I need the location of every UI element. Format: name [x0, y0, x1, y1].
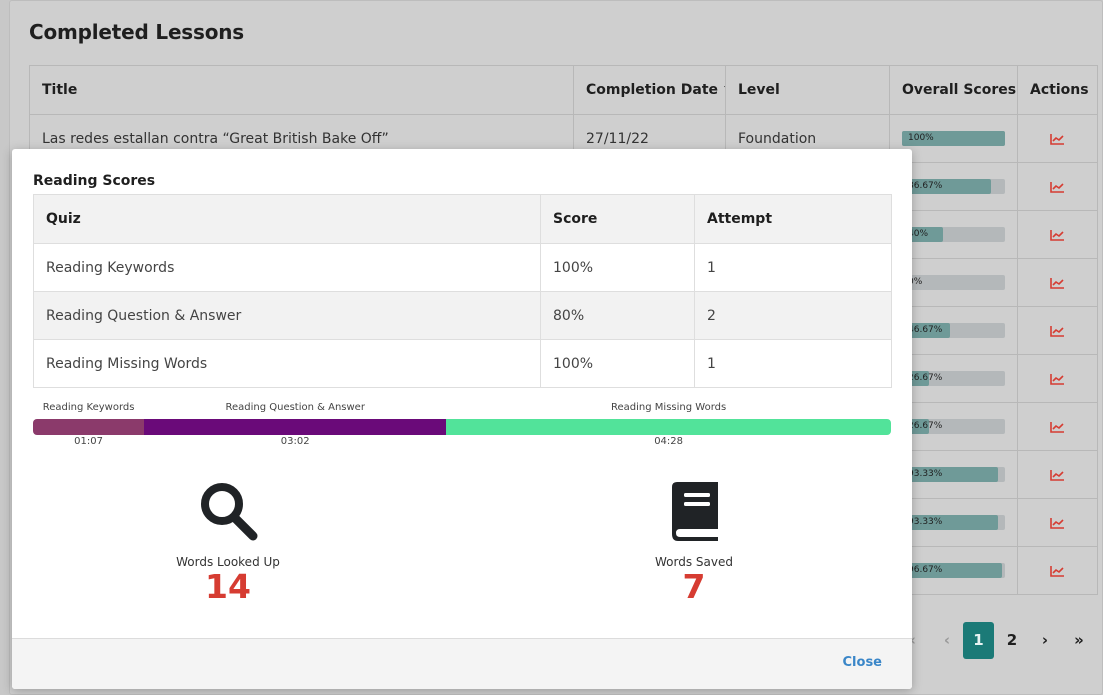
lesson-actions-cell [1017, 354, 1098, 403]
timeline-segment-time: 04:28 [654, 436, 684, 447]
col-actions-header: Actions [1017, 65, 1098, 115]
quiz-name: Reading Missing Words [33, 339, 541, 388]
score-progress-label: 46.67% [908, 325, 943, 335]
trend-chart-icon[interactable] [1050, 277, 1065, 289]
lesson-actions-cell [1017, 162, 1098, 211]
page-1-button[interactable]: 1 [963, 622, 994, 659]
trend-chart-icon[interactable] [1050, 565, 1065, 577]
trend-chart-icon[interactable] [1050, 373, 1065, 385]
timeline-segment [33, 419, 145, 435]
reading-time-timeline: Reading Keywords 01:07 Reading Question & … [33, 402, 891, 452]
score-progress-label: 26.67% [908, 373, 943, 383]
col-title-header[interactable]: Title [29, 65, 574, 115]
lessons-header-row: Title Completion Date Level Overall Scor… [29, 65, 1098, 115]
quiz-scores-table: Quiz Score Attempt Reading Keywords 100%… [33, 194, 892, 388]
lesson-actions-cell [1017, 498, 1098, 547]
quiz-attempt: 2 [694, 291, 892, 340]
score-progress-bar: 26.67% [902, 419, 1005, 434]
words-saved-value: 7 [682, 567, 706, 606]
quiz-row: Reading Question & Answer 80% 2 [33, 291, 892, 340]
score-progress-label: 86.67% [908, 181, 943, 191]
score-progress-label: 100% [908, 133, 934, 143]
page-title: Completed Lessons [29, 20, 244, 44]
words-looked-up-stat: Words Looked Up 14 [78, 479, 378, 605]
prev-page-button[interactable]: ‹ [940, 622, 954, 659]
lesson-actions-cell [1017, 210, 1098, 259]
timeline-segment-label: Reading Question & Answer [225, 402, 365, 413]
trend-chart-icon[interactable] [1050, 517, 1065, 529]
quiz-score: 80% [540, 291, 695, 340]
quiz-attempt: 1 [694, 339, 892, 388]
quiz-name: Reading Question & Answer [33, 291, 541, 340]
book-icon [672, 482, 718, 541]
lesson-actions-cell [1017, 114, 1098, 163]
quiz-row: Reading Keywords 100% 1 [33, 243, 892, 292]
score-progress-bar: 40% [902, 227, 1005, 242]
last-page-button[interactable]: » [1072, 622, 1086, 659]
score-progress-label: 93.33% [908, 517, 943, 527]
col-level-header[interactable]: Level [725, 65, 890, 115]
timeline-segment [144, 419, 447, 435]
trend-chart-icon[interactable] [1050, 181, 1065, 193]
timeline-segment-label: Reading Missing Words [611, 402, 727, 413]
lesson-actions-cell [1017, 546, 1098, 595]
score-progress-bar: 86.67% [902, 179, 1005, 194]
quiz-score: 100% [540, 339, 695, 388]
page-2-button[interactable]: 2 [1004, 622, 1020, 659]
score-progress-label: 93.33% [908, 469, 943, 479]
modal-heading: Reading Scores [33, 173, 156, 189]
score-col-header: Score [540, 194, 695, 244]
score-progress-bar: 100% [902, 131, 1005, 146]
timeline-segment-label: Reading Keywords [42, 402, 135, 413]
score-progress-label: 26.67% [908, 421, 943, 431]
modal-footer: Close [12, 638, 912, 689]
lesson-actions-cell [1017, 306, 1098, 355]
timeline-segment-time: 01:07 [74, 436, 104, 447]
attempt-col-header: Attempt [694, 194, 892, 244]
trend-chart-icon[interactable] [1050, 325, 1065, 337]
quiz-score: 100% [540, 243, 695, 292]
score-progress-bar: 26.67% [902, 371, 1005, 386]
trend-chart-icon[interactable] [1050, 229, 1065, 241]
search-icon [201, 483, 258, 541]
timeline-bar [33, 419, 891, 435]
timeline-segment [446, 419, 891, 435]
lesson-actions-cell [1017, 450, 1098, 499]
score-progress-bar: 0% [902, 275, 1005, 290]
score-progress-bar: 93.33% [902, 515, 1005, 530]
score-progress-bar: 46.67% [902, 323, 1005, 338]
quiz-col-header: Quiz [33, 194, 541, 244]
trend-chart-icon[interactable] [1050, 133, 1065, 145]
col-date-label: Completion Date [586, 82, 719, 98]
score-progress-bar: 96.67% [902, 563, 1005, 578]
close-button[interactable]: Close [843, 655, 882, 670]
trend-chart-icon[interactable] [1050, 469, 1065, 481]
timeline-segment-time: 03:02 [280, 436, 310, 447]
lesson-actions-cell [1017, 258, 1098, 307]
score-progress-label: 96.67% [908, 565, 943, 575]
quiz-header-row: Quiz Score Attempt [33, 194, 892, 244]
words-looked-up-value: 14 [205, 567, 251, 606]
next-page-button[interactable]: › [1038, 622, 1052, 659]
col-date-header[interactable]: Completion Date [573, 65, 726, 115]
words-saved-stat: Words Saved 7 [544, 479, 844, 605]
quiz-attempt: 1 [694, 243, 892, 292]
reading-scores-modal: Reading Scores Quiz Score Attempt Readin… [12, 149, 912, 689]
col-scores-header[interactable]: Overall Scores [889, 65, 1018, 115]
quiz-row: Reading Missing Words 100% 1 [33, 339, 892, 388]
score-progress-bar: 93.33% [902, 467, 1005, 482]
trend-chart-icon[interactable] [1050, 421, 1065, 433]
lesson-actions-cell [1017, 402, 1098, 451]
quiz-name: Reading Keywords [33, 243, 541, 292]
